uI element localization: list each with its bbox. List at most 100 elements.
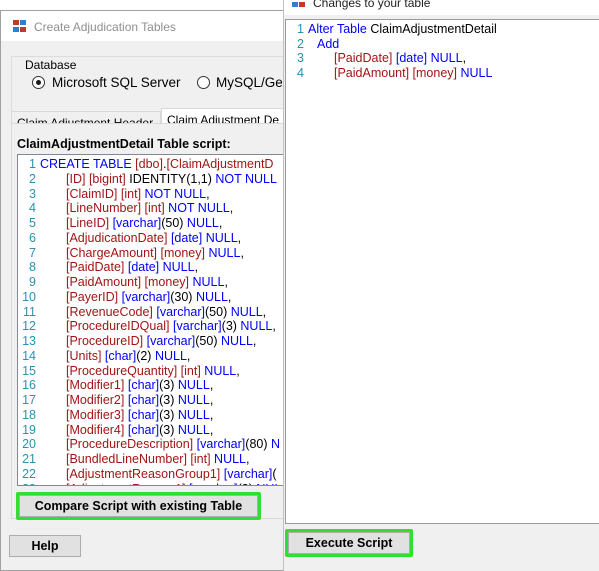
code-token: [date] (127, 260, 160, 275)
code-token: [varchar] (189, 482, 238, 486)
radio-mysql-label[interactable]: MySQL/Ge (216, 75, 283, 90)
code-token: NULL (230, 304, 263, 319)
radio-sql-server[interactable] (32, 76, 45, 89)
code-token: [AdjudicationDate] (66, 230, 168, 245)
code-text: [Modifier3] [char](3) NULL, (66, 408, 213, 423)
code-text: [PaidDate] [date] NULL, (334, 51, 466, 66)
code-token: NULL (177, 407, 210, 422)
code-text: [ProcedureDescription] [varchar](80) N (66, 437, 280, 452)
line-number: 19 (22, 422, 36, 437)
code-token: [varchar] (146, 334, 196, 348)
changes-script-editor[interactable]: 1 Alter Table ClaimAdjustmentDetail 2 Add 3 [… (285, 19, 599, 524)
code-text: [LineNumber] [int] NOT NULL, (66, 201, 233, 216)
radio-sql-server-label[interactable]: Microsoft SQL Server (52, 75, 181, 90)
code-token: [char] (127, 422, 160, 437)
code-token: , (462, 51, 467, 66)
code-text: [BundledLineNumber] [int] NULL, (66, 452, 250, 467)
code-token: [int] (190, 452, 211, 466)
code-token: , (209, 393, 214, 407)
code-token: [ProcedureIDQual] (66, 319, 170, 334)
code-token: Alter Table (308, 22, 371, 36)
code-token: [date] (395, 51, 428, 66)
code-text: [PaidAmount] [money] NULL (334, 66, 492, 81)
main-window-title: Create Adjudication Tables (34, 20, 176, 34)
code-token: NULL (220, 334, 253, 348)
code-token: (30) (170, 289, 196, 304)
line-number: 12 (22, 319, 36, 334)
code-token: (3) (159, 407, 178, 422)
line-number: 2 (29, 171, 36, 186)
line-number: 8 (29, 260, 36, 275)
changes-window: Changes to your table 1 Alter Table Claim… (283, 0, 599, 571)
execute-script-button[interactable]: Execute Script (288, 532, 410, 554)
code-text: [ID] [bigint] IDENTITY(1,1) NOT NULL (66, 172, 277, 187)
code-token: [Modifier2] (66, 393, 125, 407)
code-token: [int] (180, 363, 201, 378)
code-token: [varchar] (112, 216, 162, 230)
code-token: , (236, 363, 240, 378)
code-token: [Modifier4] (66, 422, 125, 437)
create-adjudication-window: Create Adjudication Tables Database Micr… (0, 10, 311, 571)
code-token: (50) (161, 216, 187, 230)
code-text: [AdjustmentReason1] [varchar](3) NUL (66, 482, 281, 486)
code-token: , (227, 289, 232, 304)
code-token: ClaimAdjustmentDetail (370, 22, 497, 36)
code-token: NULL (162, 260, 195, 275)
line-number: 1 (29, 157, 36, 171)
line-number: 15 (22, 363, 36, 378)
line-number: 3 (29, 186, 36, 201)
code-token: NULL (192, 275, 225, 289)
code-token: [char] (104, 348, 137, 363)
code-token: [varchar] (173, 319, 222, 334)
code-text: [ProcedureIDQual] [varchar](3) NULL, (66, 319, 276, 334)
code-text: [RevenueCode] [varchar](50) NULL, (66, 305, 266, 320)
main-title-bar: Create Adjudication Tables (1, 11, 289, 41)
code-token: [money] (160, 245, 205, 260)
line-number: 10 (22, 289, 36, 304)
code-token: [ClaimAdjustmentD (166, 157, 274, 171)
changes-title-bar: Changes to your table (284, 0, 599, 15)
code-text: [AdjudicationDate] [date] NULL, (66, 231, 241, 246)
code-token: [ProcedureQuantity] (66, 363, 178, 378)
code-token: NULL (205, 230, 238, 245)
line-number: 4 (297, 65, 304, 80)
compare-script-button[interactable]: Compare Script with existing Table (19, 495, 258, 517)
changes-window-title: Changes to your table (313, 0, 431, 10)
code-token: , (229, 201, 234, 216)
code-text: Alter Table ClaimAdjustmentDetail (308, 22, 497, 37)
code-token: [LineID] (66, 216, 110, 230)
code-token: NULL (177, 378, 210, 393)
code-token: [ID] (66, 171, 86, 186)
code-token: [varchar] (223, 466, 273, 481)
code-token: [PayerID] (66, 289, 119, 304)
code-token: [dbo] (135, 157, 163, 171)
radio-mysql[interactable] (197, 76, 210, 89)
code-token: , (240, 245, 244, 260)
line-number: 23 (18, 482, 36, 486)
code-text: [Modifier2] [char](3) NULL, (66, 393, 213, 408)
code-token: NULL (186, 216, 219, 230)
code-token: (3) (159, 378, 178, 393)
code-token: [Units] (66, 348, 102, 363)
code-token: [int] (120, 186, 142, 201)
database-group-label: Database (23, 58, 79, 72)
app-icon (13, 20, 27, 33)
code-token: , (272, 319, 276, 334)
code-token: , (186, 348, 191, 363)
code-token: [AdjustmentReason1] (66, 482, 186, 486)
code-token: NULL (177, 393, 210, 407)
line-number: 3 (297, 51, 304, 66)
code-token: IDENTITY(1,1) (125, 171, 216, 186)
code-text: [ChargeAmount] [money] NULL, (66, 246, 244, 261)
code-token: NULL (195, 289, 228, 304)
code-token: NULL (204, 363, 237, 378)
code-text: [Modifier4] [char](3) NULL, (66, 423, 213, 438)
create-script-editor[interactable]: 1 CREATE TABLE [dbo].[ClaimAdjustmentD 2 [I… (17, 154, 289, 486)
help-button[interactable]: Help (9, 535, 81, 557)
line-number: 17 (22, 393, 36, 407)
code-token: [Modifier3] (66, 407, 125, 422)
code-token: (2) (136, 348, 155, 363)
code-token: NULL (460, 65, 493, 80)
code-token: (50) (195, 334, 221, 348)
line-number: 4 (29, 201, 36, 216)
